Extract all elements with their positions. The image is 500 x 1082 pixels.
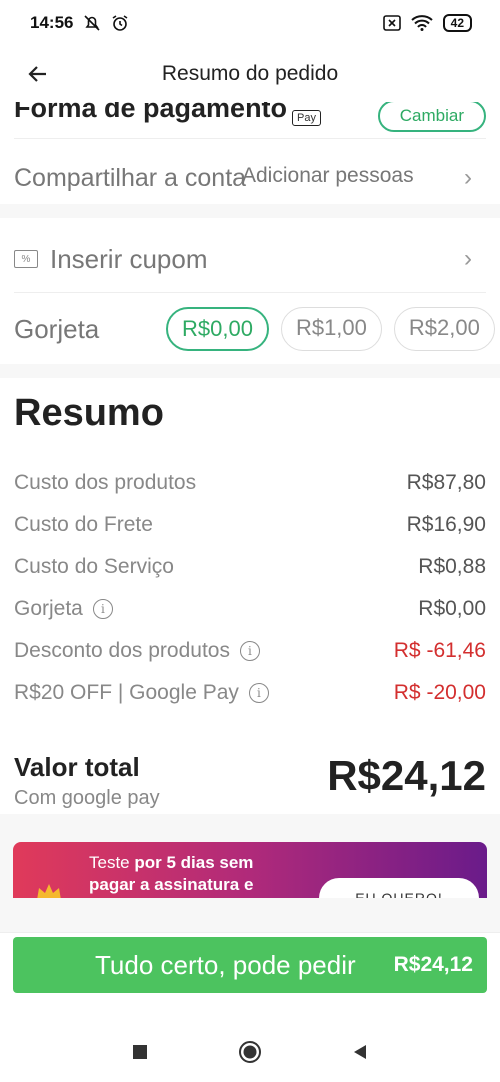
square-icon [133,1045,147,1059]
share-bill-row[interactable]: Compartilhar a conta Adicionar pessoas › [0,154,500,202]
crown-icon [37,884,61,898]
alarm-icon [111,14,129,32]
line-label-text: R$20 OFF | Google Pay [14,681,239,704]
back-arrow-icon [28,66,46,82]
line-value: R$16,90 [406,513,486,536]
tip-option-0[interactable]: R$0,00 [166,307,269,351]
summary-line: Gorjeta i R$0,00 [14,588,486,630]
page-title: Resumo do pedido [161,62,339,85]
line-label: R$20 OFF | Google Pay i [14,681,269,705]
line-label: Custo dos produtos [14,471,196,495]
line-label: Custo do Frete [14,513,153,537]
promo-area: Teste por 5 dias sem pagar a assinatura … [0,814,500,932]
total-value: R$24,12 [327,752,486,799]
line-label-text: Gorjeta [14,597,83,620]
summary-lines: Custo dos produtos R$87,80 Custo do Fret… [14,462,486,714]
line-value: R$87,80 [406,471,486,494]
no-sim-icon [382,15,401,31]
promo-line-2-bold: pagar a assinatura e [89,875,254,894]
promo-line-1-plain: Teste [89,853,135,872]
line-label-text: Custo dos produtos [14,471,197,494]
place-order-button[interactable]: Tudo certo, pode pedir R$24,12 [13,937,487,993]
chevron-right-icon: › [464,245,472,272]
payment-method-title: Forma de pagamento [14,102,288,123]
line-value: R$ -61,46 [393,639,486,662]
status-left: 14:56 [30,13,129,33]
back-nav-button[interactable] [346,1038,374,1066]
order-summary-content[interactable]: Forma de pagamento Pay Cambiar Compartil… [0,102,500,932]
section-separator [0,364,500,378]
divider [14,292,486,293]
tip-label: Gorjeta [14,313,100,344]
share-bill-title: Compartilhar a conta [14,163,247,192]
coupon-row[interactable]: % Inserir cupom › [0,228,500,290]
place-order-label: Tudo certo, pode pedir [95,949,356,980]
info-icon[interactable]: i [239,641,260,661]
subscription-promo-banner[interactable]: Teste por 5 dias sem pagar a assinatura … [13,842,487,898]
promo-cta-button[interactable]: EU QUERO! [319,878,479,898]
add-people-label: Adicionar pessoas [242,164,414,187]
place-order-price: R$24,12 [393,953,473,976]
tip-option-1[interactable]: R$1,00 [280,307,382,351]
home-button[interactable] [236,1038,264,1066]
line-label: Gorjeta i [14,597,113,621]
line-value: R$ -20,00 [393,681,486,704]
line-value: R$0,88 [418,555,486,578]
triangle-back-icon [354,1045,366,1059]
promo-text: Teste por 5 dias sem pagar a assinatura … [89,852,253,896]
back-button[interactable] [22,58,54,90]
muted-bell-icon [83,14,101,32]
google-pay-badge: Pay [292,110,321,126]
line-value: R$0,00 [418,597,486,620]
summary-line: Custo do Serviço R$0,88 [14,546,486,588]
total-row: Valor total Com google pay R$24,12 [14,752,486,810]
action-area: Tudo certo, pode pedir R$24,12 [0,932,500,1022]
promo-line-1-bold: por 5 dias sem [134,853,254,872]
app-header: Resumo do pedido [0,46,500,102]
change-payment-button[interactable]: Cambiar [377,102,486,132]
tip-row: Gorjeta R$0,00 R$1,00 R$2,00 [0,298,500,360]
system-nav-bar [0,1022,500,1082]
clock: 14:56 [30,13,74,32]
line-label-text: Custo do Frete [14,513,153,536]
status-right: 42 [382,14,472,32]
summary-line: Custo do Frete R$16,90 [14,504,486,546]
line-label-text: Desconto dos produtos [14,639,230,662]
circle-icon [239,1041,261,1063]
battery-indicator: 42 [442,14,472,32]
summary-line: Desconto dos produtos i R$ -61,46 [14,630,486,672]
line-label: Custo do Serviço [14,555,174,579]
coupon-icon: % [14,250,38,268]
summary-title: Resumo [14,392,164,434]
summary-line: R$20 OFF | Google Pay i R$ -20,00 [14,672,486,714]
tip-option-2[interactable]: R$2,00 [393,307,495,351]
info-icon[interactable]: i [248,683,269,703]
section-separator [0,204,500,218]
coupon-label: Inserir cupom [50,243,208,274]
promo-line-2: pagar a assinatura e [89,874,253,896]
divider [14,138,486,139]
info-icon[interactable]: i [92,599,113,619]
recent-apps-button[interactable] [126,1038,154,1066]
wifi-icon [410,15,433,31]
line-label: Desconto dos produtos i [14,639,260,663]
summary-line: Custo dos produtos R$87,80 [14,462,486,504]
tip-options: R$0,00 R$1,00 R$2,00 [166,307,495,351]
chevron-right-icon: › [464,164,472,191]
status-bar: 14:56 42 [0,0,500,46]
line-label-text: Custo do Serviço [14,555,174,578]
promo-line-1: Teste por 5 dias sem [89,852,253,874]
